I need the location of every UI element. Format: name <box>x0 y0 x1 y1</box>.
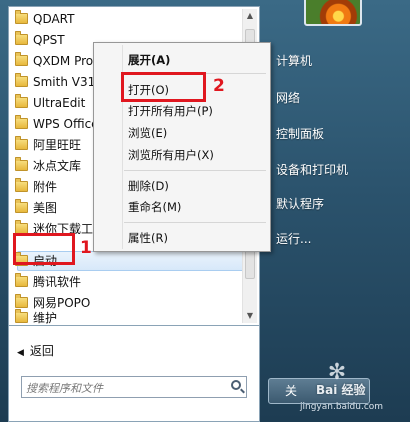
right-item-control-panel[interactable]: 控制面板 <box>276 125 324 142</box>
watermark-url: jingyan.baidu.com <box>300 402 384 412</box>
folder-icon <box>15 94 28 108</box>
right-item-computer[interactable]: 计算机 <box>276 52 312 69</box>
folder-icon <box>15 136 28 150</box>
folder-icon <box>15 31 28 45</box>
menu-separator <box>124 170 266 171</box>
folder-icon <box>15 294 28 308</box>
folder-icon <box>15 10 28 24</box>
right-item-default-programs[interactable]: 默认程序 <box>276 195 324 212</box>
right-item-run[interactable]: 运行... <box>276 230 311 247</box>
program-item-maintenance[interactable]: 维护 <box>15 308 245 328</box>
folder-icon <box>15 73 28 87</box>
scroll-up-icon[interactable]: ▲ <box>243 9 257 23</box>
back-arrow-icon: ◀ <box>17 348 24 358</box>
annotation-number-1: 1 <box>80 238 92 258</box>
search-box[interactable] <box>21 376 247 398</box>
menu-item-expand[interactable]: 展开(A) <box>128 51 170 69</box>
menu-item-rename[interactable]: 重命名(M) <box>128 198 181 216</box>
menu-item-delete[interactable]: 删除(D) <box>128 177 169 195</box>
folder-icon <box>15 52 28 66</box>
folder-icon <box>15 157 28 171</box>
folder-icon <box>15 178 28 192</box>
folder-icon <box>15 273 28 287</box>
watermark-text: Bai 经验 <box>316 383 366 397</box>
menu-item-open-all-users[interactable]: 打开所有用户(P) <box>128 102 213 120</box>
menu-item-properties[interactable]: 属性(R) <box>128 229 168 247</box>
annotation-box-1 <box>13 233 75 265</box>
search-icon[interactable] <box>231 380 241 390</box>
folder-icon <box>15 115 28 129</box>
program-item-tencent[interactable]: 腾讯软件 <box>15 272 245 292</box>
folder-icon <box>15 309 28 323</box>
menu-item-explore-all-users[interactable]: 浏览所有用户(X) <box>128 146 214 164</box>
back-button[interactable]: ◀ 返回 <box>17 342 54 359</box>
menu-item-explore[interactable]: 浏览(E) <box>128 124 167 142</box>
scroll-down-icon[interactable]: ▼ <box>243 309 257 323</box>
right-item-devices-printers[interactable]: 设备和打印机 <box>276 161 348 178</box>
user-picture[interactable] <box>304 0 362 26</box>
menu-separator <box>124 222 266 223</box>
start-menu-bottom: ◀ 返回 <box>8 326 260 422</box>
annotation-box-2 <box>121 72 206 102</box>
annotation-number-2: 2 <box>213 76 225 96</box>
search-input[interactable] <box>24 378 228 398</box>
right-item-network[interactable]: 网络 <box>276 89 300 106</box>
folder-icon <box>15 199 28 213</box>
program-item-qdart[interactable]: QDART <box>15 9 245 29</box>
